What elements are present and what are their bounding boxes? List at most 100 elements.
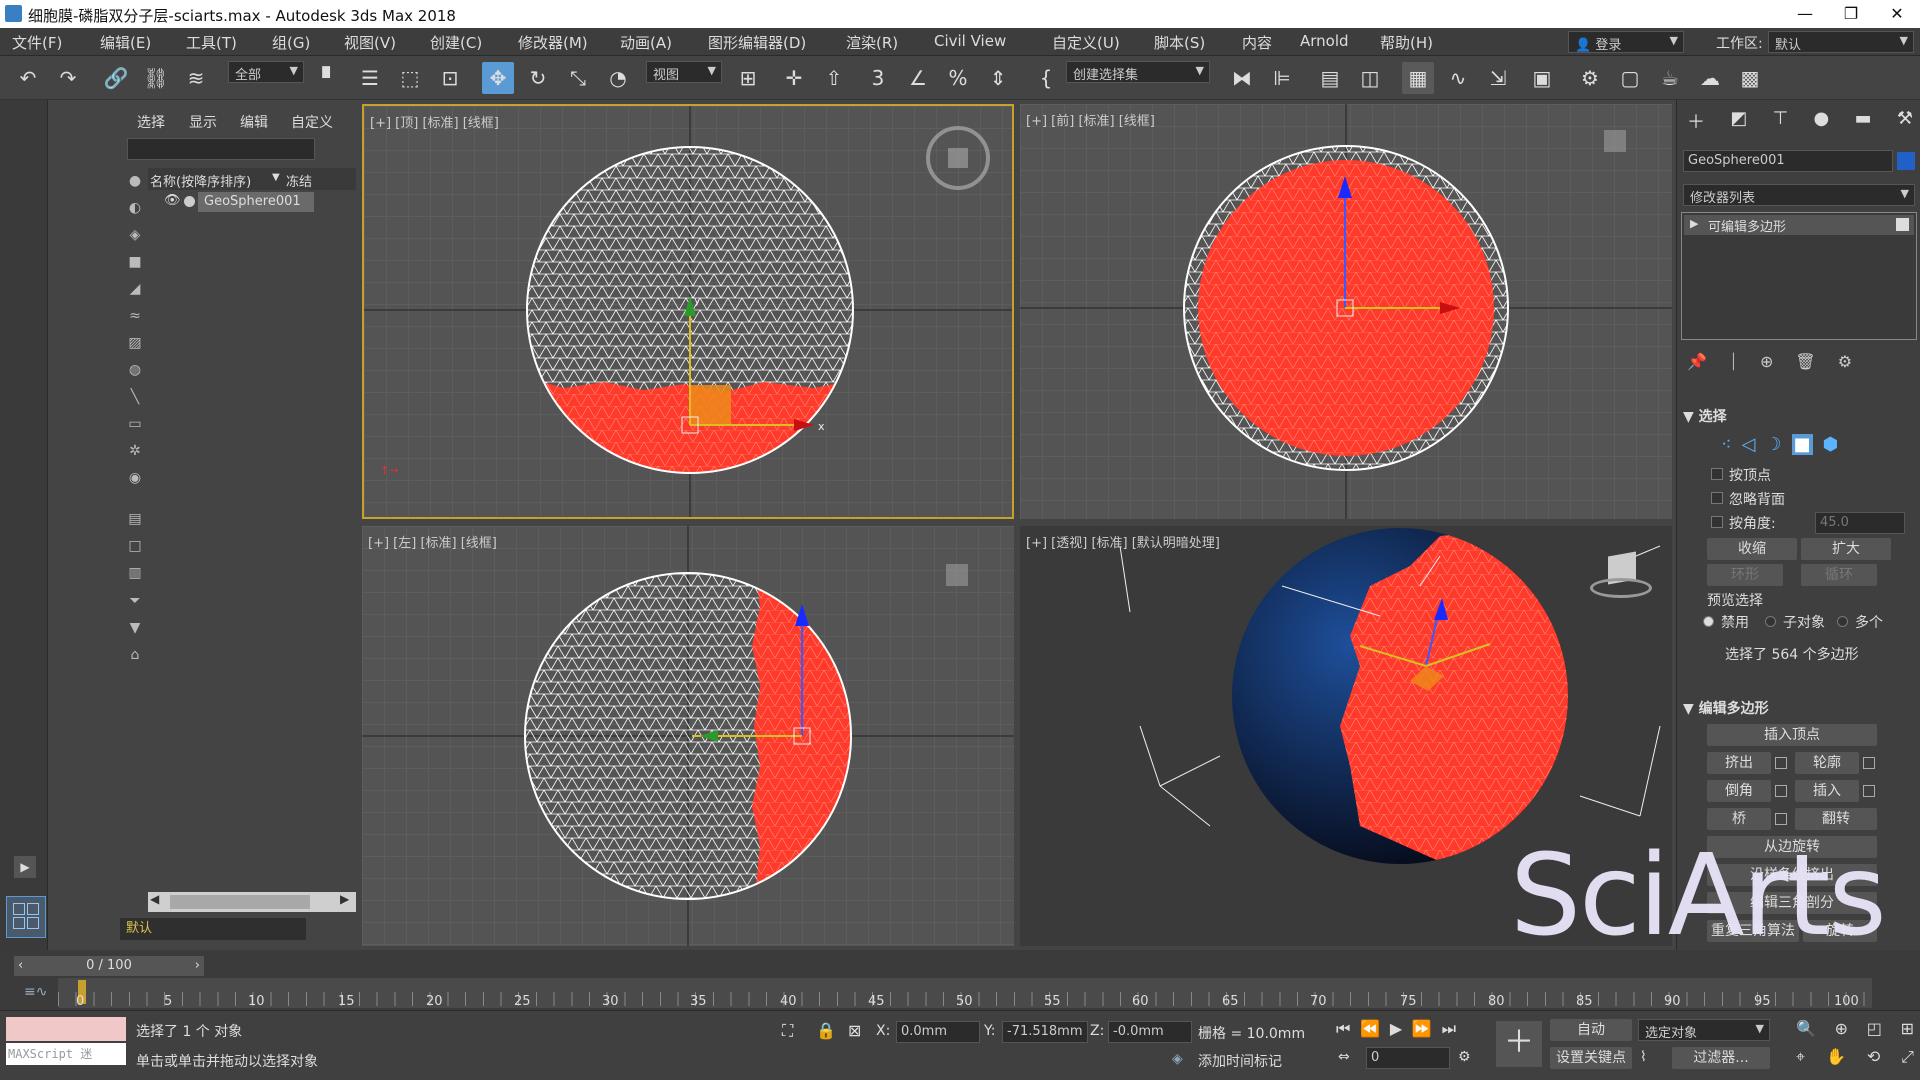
viewport-layout-icon[interactable] [6,896,46,938]
zoom-extents-icon[interactable]: ◰ [1867,1019,1882,1038]
object-color-swatch[interactable] [1897,152,1915,170]
viewcube-left[interactable] [922,562,992,608]
menu-edit[interactable]: 编辑(E) [100,32,151,53]
scene-item-label[interactable]: GeoSphere001 [198,192,314,212]
minimize-button[interactable]: — [1782,0,1828,28]
geometry-filter-icon[interactable]: ● [122,170,148,192]
viewport-left[interactable]: [+] [左] [标准] [线框] [362,526,1014,946]
modify-tab-icon[interactable]: ◩ [1730,108,1747,134]
inset-settings-icon[interactable] [1863,785,1875,797]
goto-end-icon[interactable]: ⏭ [1442,1019,1456,1039]
column-freeze[interactable]: 冻结 [286,171,312,190]
curve-editor-mini-icon[interactable]: ≡∿ [24,984,47,1000]
align-icon[interactable]: ⊫ [1266,62,1298,94]
render-production-icon[interactable]: ☕ [1654,62,1686,94]
menu-group[interactable]: 组(G) [272,32,310,53]
time-slider[interactable]: ‹ 0 / 100 › [14,956,204,976]
filter-funnel-icon[interactable]: ⏷ [122,590,148,612]
next-key-icon[interactable]: ⏩ [1412,1019,1432,1039]
unlink-button[interactable]: ⛓ [140,62,172,94]
curve-editor-icon[interactable]: ∿ [1442,62,1474,94]
workspace-dropdown[interactable]: 默认 ▼ [1768,31,1914,53]
undo-button[interactable]: ↶ [12,62,44,94]
spinner-snap-icon[interactable]: ⇕ [982,62,1014,94]
light-filter-icon[interactable]: ◈ [122,224,148,246]
key-mode-icon[interactable]: ⇔ [1338,1049,1350,1065]
bone-filter-icon[interactable]: ╲ [122,386,148,408]
set-key-button[interactable]: 设置关键点 [1550,1047,1632,1069]
display-all-icon[interactable]: ▤ [122,508,148,530]
pan-icon[interactable]: ✋ [1826,1047,1846,1067]
add-time-tag[interactable]: 添加时间标记 [1198,1051,1282,1071]
preview-multi-radio[interactable] [1837,616,1848,627]
select-place-icon[interactable]: ◔ [602,62,634,94]
make-unique-icon[interactable]: ⊕ [1760,352,1773,374]
stack-item[interactable]: ▶ 可编辑多边形 [1684,215,1914,235]
pivot-center-icon[interactable]: ⊞ [732,62,764,94]
tab-display[interactable]: 显示 [189,112,217,132]
render-extra-icon[interactable]: ▩ [1734,62,1766,94]
by-angle-checkbox[interactable] [1711,516,1723,528]
percent-snap-icon[interactable]: % [942,62,974,94]
angle-spinner[interactable]: 45.0 [1815,512,1905,534]
schematic-view-icon[interactable]: ⇲ [1482,62,1514,94]
bevel-button[interactable]: 倒角 [1707,780,1771,802]
tab-customize[interactable]: 自定义 [291,112,333,132]
hidden-filter-icon[interactable]: ◉ [122,467,148,489]
x-coord-field[interactable]: 0.0mm [896,1021,980,1043]
selection-filter-dropdown[interactable]: 全部 ▼ [228,61,304,83]
edit-poly-rollout-title[interactable]: ▼ 编辑多边形 [1683,698,1769,718]
field-of-view-icon[interactable]: ⌖ [1796,1047,1805,1067]
selection-rollout-title[interactable]: ▼ 选择 [1683,406,1727,426]
shrink-button[interactable]: 收缩 [1707,538,1797,560]
maximize-button[interactable]: ❐ [1828,0,1874,28]
visibility-eye-icon[interactable]: 👁 [164,193,181,208]
filters-button[interactable]: 过滤器... [1672,1047,1770,1069]
bevel-settings-icon[interactable] [1775,785,1787,797]
play-icon[interactable]: ▶ [1390,1019,1402,1039]
modifier-list-dropdown[interactable]: 修改器列表 ▼ [1683,184,1915,206]
viewport-top[interactable]: [+] [顶] [标准] [线框] x y ↑→ [362,104,1014,519]
object-name-field[interactable]: GeoSphere001 [1683,150,1893,172]
menu-animation[interactable]: 动画(A) [620,32,672,53]
zoom-all-icon[interactable]: ⊕ [1835,1019,1848,1038]
edge-icon[interactable]: ◁ [1742,434,1756,455]
zoom-extents-all-icon[interactable]: ⊞ [1901,1019,1914,1038]
mirror-icon[interactable]: ⧓ [1226,62,1258,94]
frozen-filter-icon[interactable]: ✲ [122,440,148,462]
loop-button[interactable]: 循环 [1801,564,1877,586]
outline-button[interactable]: 轮廓 [1795,752,1859,774]
key-filter-dropdown[interactable]: 选定对象 ▼ [1638,1019,1770,1041]
inset-button[interactable]: 插入 [1795,780,1859,802]
element-icon[interactable]: ⬢ [1823,434,1839,455]
utilities-tab-icon[interactable]: ⚒ [1897,108,1913,134]
filter-funnel2-icon[interactable]: ▼ [122,617,148,639]
menu-modifiers[interactable]: 修改器(M) [518,32,588,53]
prev-frame-icon[interactable]: ‹ [18,956,23,976]
redo-button[interactable]: ↷ [52,62,84,94]
invert-display-icon[interactable]: ▥ [122,562,148,584]
menu-file[interactable]: 文件(F) [12,32,62,53]
camera-filter-icon[interactable]: ■ [122,251,148,273]
viewcube-top[interactable] [926,126,990,190]
next-frame-icon[interactable]: › [195,956,200,976]
current-frame-field[interactable]: 0 [1366,1047,1450,1069]
material-editor-icon[interactable]: ▣ [1526,62,1558,94]
select-move-icon[interactable]: ✥ [482,62,514,94]
expand-arrow-icon[interactable]: ▶ [14,856,36,878]
by-vertex-checkbox[interactable] [1711,468,1723,480]
scroll-thumb[interactable] [170,895,310,909]
select-by-name-icon[interactable]: ☰ [354,62,386,94]
angle-snap-icon[interactable]: ∠ [902,62,934,94]
rendered-frame-icon[interactable]: ▢ [1614,62,1646,94]
display-none-icon[interactable]: □ [122,535,148,557]
zoom-icon[interactable]: 🔍 [1796,1019,1816,1038]
viewport-front[interactable]: [+] [前] [标准] [线框] [1020,104,1672,519]
named-selection-dropdown[interactable]: 创建选择集 ▼ [1066,61,1210,83]
hierarchy-tab-icon[interactable]: ⊤ [1773,108,1789,134]
select-object-icon[interactable]: ▘ [314,62,346,94]
grow-button[interactable]: 扩大 [1801,538,1891,560]
render-setup-icon[interactable]: ⚙ [1574,62,1606,94]
isolate-selection-icon[interactable]: ⛶ [782,1021,793,1041]
maxscript-input[interactable]: MAXScript 迷 [6,1043,126,1065]
